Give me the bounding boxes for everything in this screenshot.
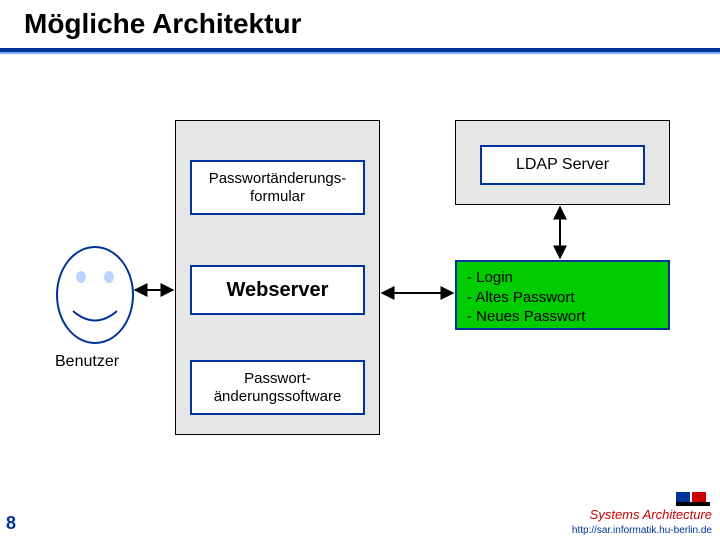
arrows-layer xyxy=(0,0,720,540)
footer-brand: Systems Architecture xyxy=(590,507,712,522)
page-number: 8 xyxy=(6,513,16,534)
footer-url: http://sar.informatik.hu-berlin.de xyxy=(572,525,712,536)
footer-logo xyxy=(676,490,710,506)
